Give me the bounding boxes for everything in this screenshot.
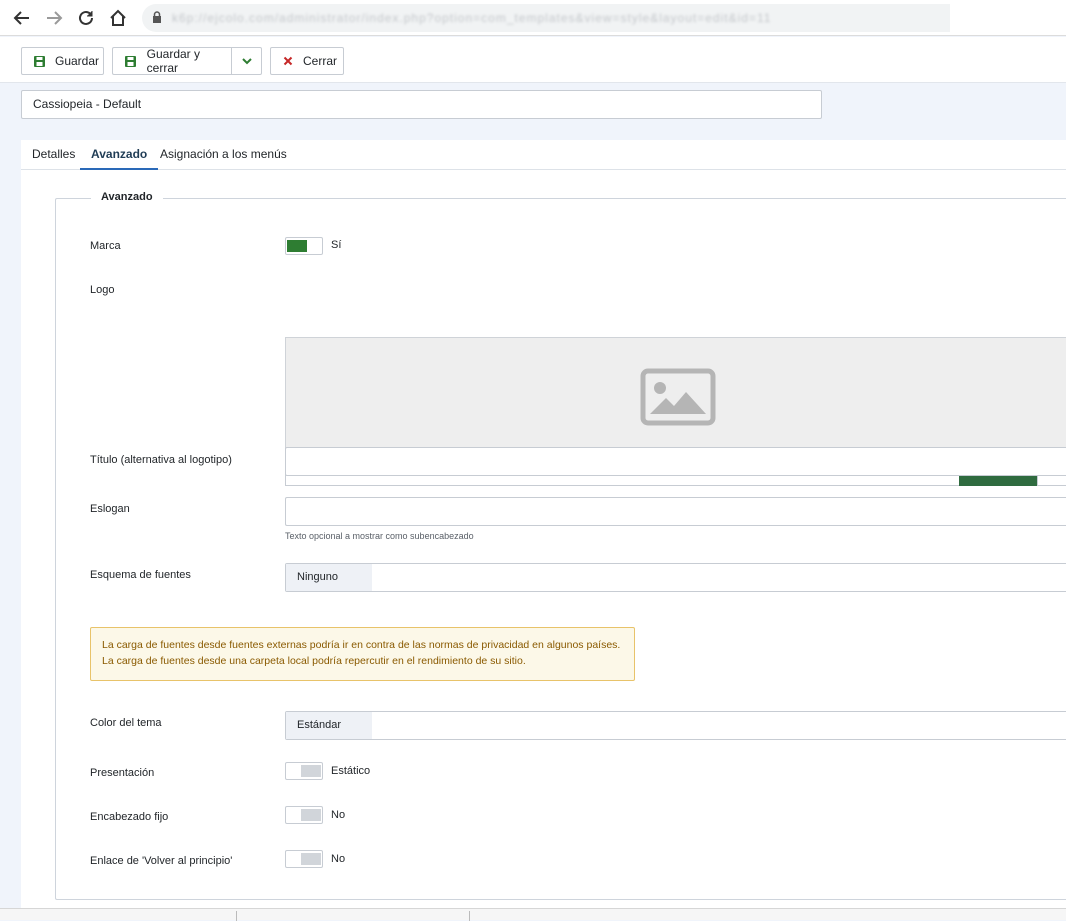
font-scheme-select[interactable]: Ninguno [285,563,1066,592]
tagline-input[interactable] [285,497,1066,526]
toggle-knob [301,809,321,821]
back-to-top-toggle[interactable] [285,850,323,868]
style-title-input[interactable]: Cassiopeia - Default [21,90,822,119]
lock-icon [152,11,162,27]
site-title-label: Título (alternativa al logotipo) [90,454,232,466]
url-text: k6p://ejcolo.com/administrator/index.php… [172,11,772,25]
sticky-header-toggle[interactable] [285,806,323,824]
brand-state: Sí [331,239,342,251]
save-options-dropdown[interactable] [231,47,262,75]
alert-line-1: La carga de fuentes desde fuentes extern… [102,639,621,651]
back-arrow-icon[interactable] [10,6,34,30]
toggle-knob [287,240,307,252]
home-icon[interactable] [106,6,130,30]
back-to-top-state: No [331,853,346,865]
forward-arrow-icon[interactable] [42,6,66,30]
font-privacy-alert: La carga de fuentes desde fuentes extern… [90,627,635,681]
close-button-label: Cerrar [303,54,338,68]
bottom-status-bar [0,908,1066,921]
image-placeholder-icon [640,368,716,429]
brand-toggle[interactable] [285,237,323,255]
save-and-close-label: Guardar y cerrar [146,47,201,75]
site-title-input[interactable] [285,447,1066,476]
layout-label: Presentación [90,767,155,779]
save-button[interactable]: Guardar [21,47,104,75]
save-and-close-button[interactable]: Guardar y cerrar [112,47,232,75]
floppy-disk-icon [34,54,45,68]
sticky-header-state: No [331,809,346,821]
logo-preview [285,337,1066,458]
toggle-knob [301,765,321,777]
floppy-disk-icon [125,54,137,68]
tab-details[interactable]: Detalles [21,140,86,170]
close-button[interactable]: Cerrar [270,47,344,75]
tab-bar: Detalles Avanzado Asignación a los menús [21,140,1066,170]
close-icon [283,54,293,68]
font-scheme-label: Esquema de fuentes [90,569,191,581]
back-to-top-label: Enlace de 'Volver al principio' [90,855,233,867]
advanced-fieldset: Avanzado Marca Sí Logo Seleccionar Títul… [55,191,1066,900]
logo-label: Logo [90,284,115,296]
fieldset-legend: Avanzado [91,191,163,203]
tagline-label: Eslogan [90,503,130,515]
font-scheme-value: Ninguno [286,564,372,591]
browser-toolbar: k6p://ejcolo.com/administrator/index.php… [0,0,1066,36]
theme-color-select[interactable]: Estándar [285,711,1066,740]
chevron-down-icon [241,54,252,68]
tab-advanced[interactable]: Avanzado [80,140,159,170]
layout-toggle[interactable] [285,762,323,780]
edit-panel: Detalles Avanzado Asignación a los menús… [21,140,1066,920]
save-button-label: Guardar [55,54,100,68]
address-bar[interactable]: k6p://ejcolo.com/administrator/index.php… [142,4,950,32]
sticky-header-label: Encabezado fijo [90,811,169,823]
theme-color-value: Estándar [286,712,372,739]
edit-toolbar: Guardar Guardar y cerrar Cerrar [0,37,1066,83]
tab-menu-assignment[interactable]: Asignación a los menús [149,140,298,170]
brand-label: Marca [90,240,121,252]
reload-icon[interactable] [74,6,98,30]
layout-state: Estático [331,765,371,777]
toggle-knob [301,853,321,865]
theme-color-label: Color del tema [90,717,162,729]
tagline-hint: Texto opcional a mostrar como subencabez… [285,531,474,541]
alert-line-2: La carga de fuentes desde una carpeta lo… [102,655,526,667]
